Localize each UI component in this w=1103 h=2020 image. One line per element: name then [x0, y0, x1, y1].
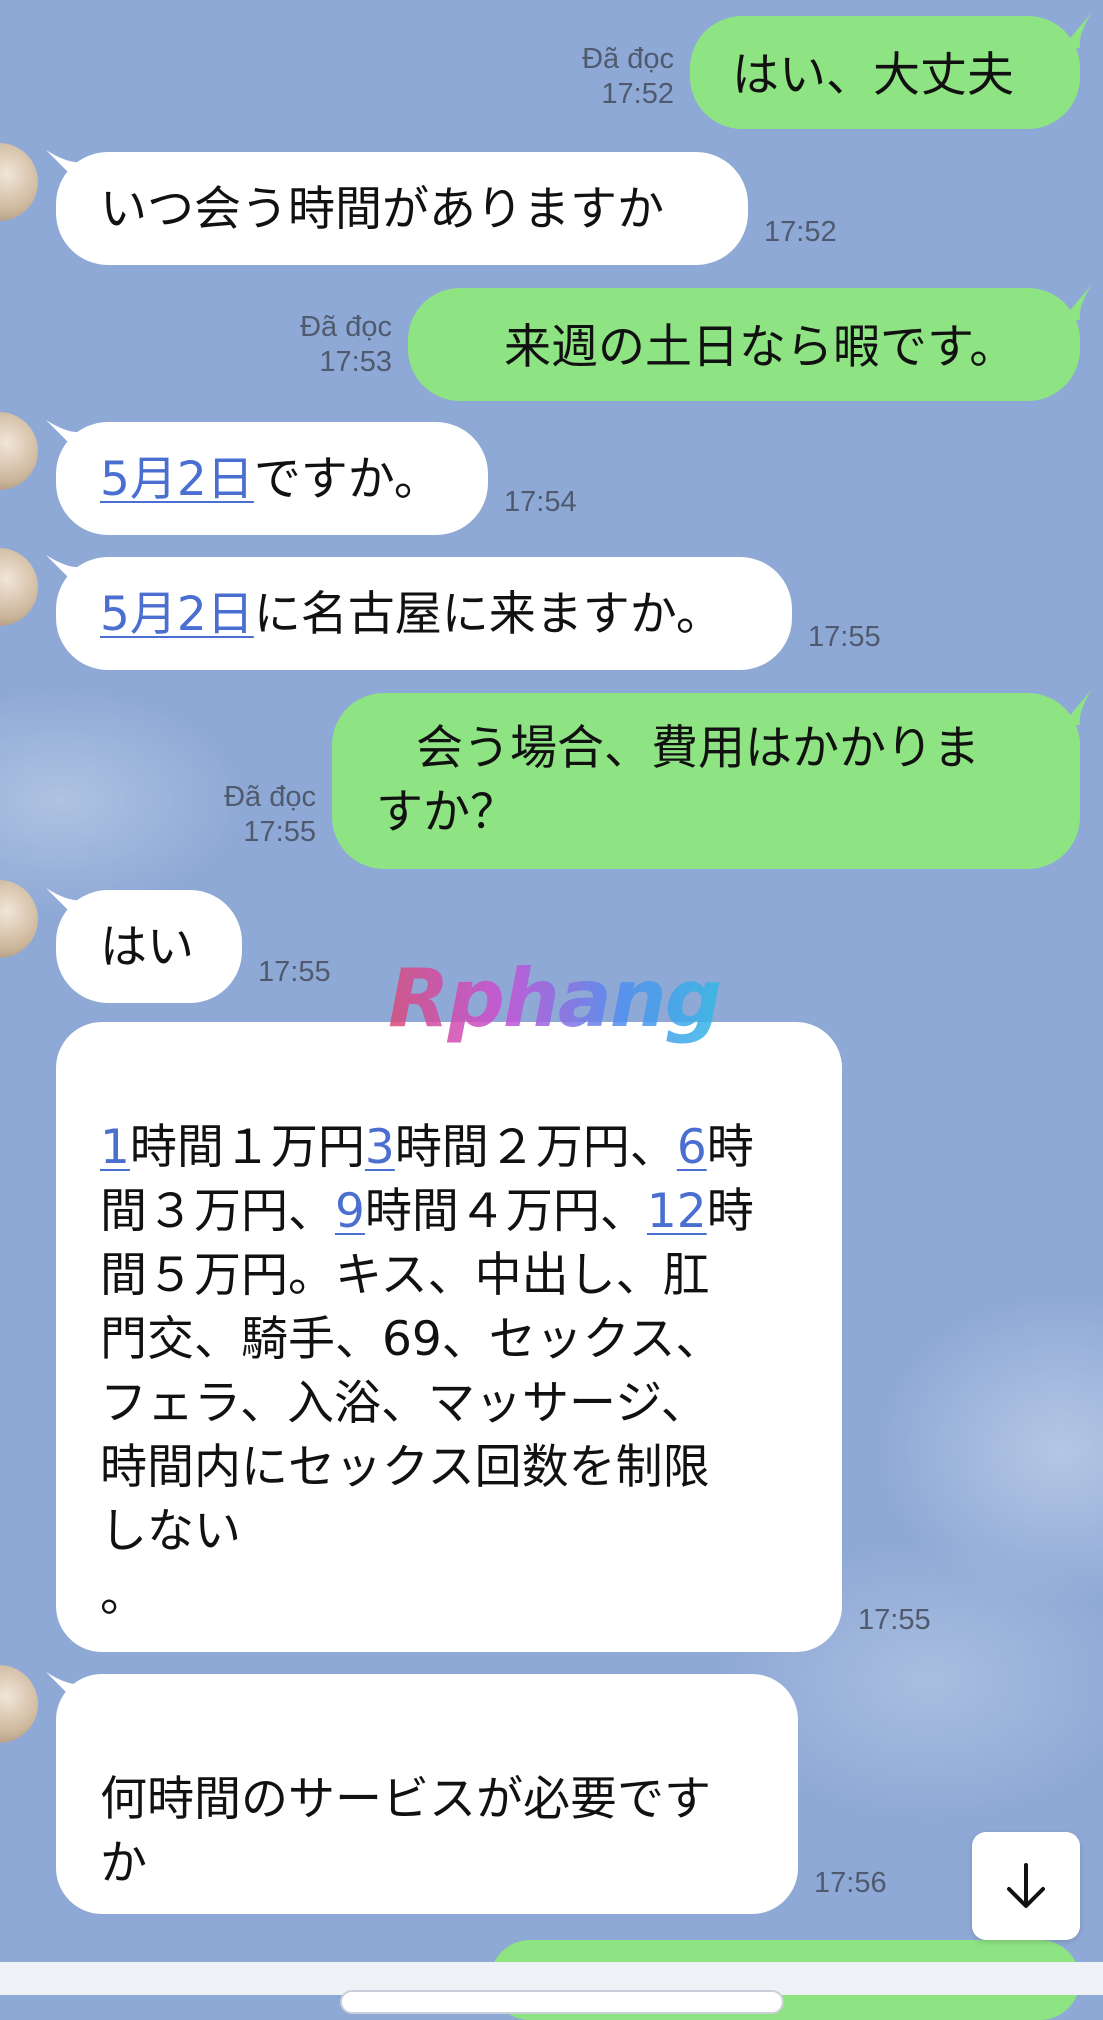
message-meta: Đã đọc 17:55 — [186, 780, 316, 850]
message-bubble[interactable]: 何時間のサービスが必要です か — [56, 1674, 798, 1914]
message-text-line: 間３万円、9時間４万円、12時 — [100, 1184, 754, 1239]
message-text-line: 1時間１万円3時間２万円、6時 — [100, 1120, 754, 1175]
message-bubble[interactable]: はい、大丈夫 — [690, 16, 1080, 129]
date-link[interactable]: 5月2日 — [100, 452, 254, 507]
hour-link[interactable]: 3 — [365, 1120, 395, 1175]
message-text-line: すか？ — [376, 785, 517, 840]
message-bubble[interactable]: 5月2日ですか。 — [56, 422, 488, 535]
message-bubble[interactable]: 来週の土日なら暇です。 — [408, 288, 1080, 401]
message-bubble[interactable]: いつ会う時間がありますか — [56, 152, 748, 265]
message-time: 17:56 — [814, 1867, 887, 1899]
arrow-down-icon — [1007, 1863, 1045, 1908]
hour-link[interactable]: 6 — [677, 1120, 707, 1175]
read-status: Đã đọc — [300, 311, 392, 343]
message-text-line: 何時間のサービスが必要です — [100, 1772, 711, 1827]
message-bubble[interactable]: 会う場合、費用はかかりま すか？ — [332, 693, 1080, 869]
hour-link[interactable]: 1 — [100, 1120, 130, 1175]
message-text-line: 会う場合、費用はかかりま — [416, 721, 980, 776]
message-text: いつ会う時間がありますか — [100, 182, 664, 237]
message-input[interactable] — [340, 1990, 784, 2014]
message-text: はい — [100, 920, 194, 975]
message-time: 17:55 — [858, 1604, 931, 1636]
message-text-line: フェラ、入浴、マッサージ、 — [100, 1376, 708, 1431]
message-text-line: しない — [100, 1504, 241, 1559]
message-time: 17:55 — [243, 816, 316, 848]
message-text-line: 。 — [100, 1568, 147, 1623]
message-text-line: か — [100, 1836, 147, 1891]
message-text-line: 時間内にセックス回数を制限 — [100, 1440, 710, 1495]
bubble-tail — [1062, 12, 1092, 48]
message-time: 17:55 — [258, 956, 331, 988]
hour-link[interactable]: 9 — [335, 1184, 365, 1239]
message-text: はい、大丈夫 — [732, 48, 1014, 103]
message-meta: Đã đọc 17:52 — [540, 42, 674, 112]
message-time: 17:55 — [808, 621, 881, 653]
message-text-line: 門交、騎手、69、セックス、 — [100, 1312, 723, 1367]
date-link[interactable]: 5月2日 — [100, 587, 254, 642]
bubble-tail — [1062, 689, 1092, 725]
message-time: 17:53 — [319, 346, 392, 378]
message-text-line: 間５万円。キス、中出し、肛 — [100, 1248, 710, 1303]
bubble-tail — [1062, 284, 1092, 320]
message-time: 17:52 — [764, 216, 837, 248]
message-bubble[interactable]: 5月2日に名古屋に来ますか。 — [56, 557, 792, 670]
watermark-logo: Rphang — [388, 952, 722, 1045]
message-meta: Đã đọc 17:53 — [262, 310, 392, 380]
read-status: Đã đọc — [582, 43, 674, 75]
scroll-to-bottom-button[interactable] — [972, 1832, 1080, 1940]
message-text: ですか。 — [253, 452, 441, 507]
message-text: に名古屋に来ますか。 — [253, 587, 723, 642]
hour-link[interactable]: 12 — [647, 1184, 707, 1239]
message-time: 17:52 — [601, 78, 674, 110]
message-time: 17:54 — [504, 486, 577, 518]
read-status: Đã đọc — [224, 781, 316, 813]
message-bubble[interactable]: はい — [56, 890, 242, 1003]
message-bubble[interactable]: 1時間１万円3時間２万円、6時 間３万円、9時間４万円、12時 間５万円。キス、… — [56, 1022, 842, 1652]
message-text: 来週の土日なら暇です。 — [504, 320, 1017, 375]
